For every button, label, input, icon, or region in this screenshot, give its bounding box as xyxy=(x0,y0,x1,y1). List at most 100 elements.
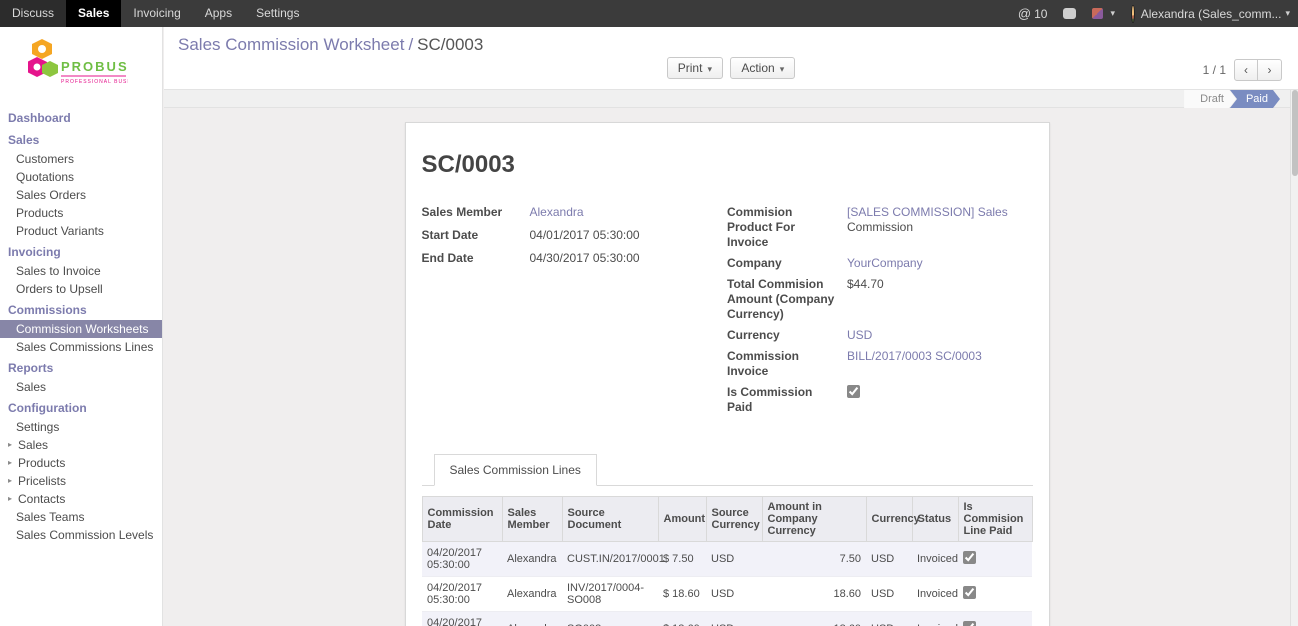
sidebar-item-quotations[interactable]: Quotations xyxy=(0,168,162,186)
col-amount-company-currency[interactable]: Amount in Company Currency xyxy=(762,497,866,542)
sidebar-item-config-products[interactable]: ▸ Products xyxy=(0,454,162,472)
table-row[interactable]: 04/20/2017 05:30:00 Alexandra INV/2017/0… xyxy=(422,577,1032,612)
sidebar-item-commission-worksheets[interactable]: Commission Worksheets xyxy=(0,320,162,338)
col-sales-member[interactable]: Sales Member xyxy=(502,497,562,542)
caret-down-icon: ▾ xyxy=(780,64,785,74)
scrollbar-track[interactable] xyxy=(1290,90,1298,626)
cell-amount: $ 18.60 xyxy=(658,612,706,626)
form-statusbar-band: Draft Paid xyxy=(164,90,1290,108)
tab-sales-commission-lines[interactable]: Sales Commission Lines xyxy=(434,454,597,486)
top-menu: Discuss Sales Invoicing Apps Settings xyxy=(0,0,311,27)
cell-date: 04/20/2017 05:30:00 xyxy=(422,577,502,612)
cell-date: 04/20/2017 05:30:00 xyxy=(422,542,502,577)
avatar xyxy=(1131,5,1135,23)
sales-member-link[interactable]: Alexandra xyxy=(530,205,584,219)
sidebar-item-sales-commissions-lines[interactable]: Sales Commissions Lines xyxy=(0,338,162,356)
form-sheet: SC/0003 Sales Member Alexandra Start Dat… xyxy=(405,122,1050,626)
col-status[interactable]: Status xyxy=(912,497,958,542)
col-source-currency[interactable]: Source Currency xyxy=(706,497,762,542)
inbox-mentions-button[interactable]: @ 10 xyxy=(1010,0,1056,27)
menu-apps[interactable]: Apps xyxy=(193,0,244,27)
record-title: SC/0003 xyxy=(422,151,1033,179)
sidebar-item-product-variants[interactable]: Product Variants xyxy=(0,222,162,240)
sidebar-heading-reports[interactable]: Reports xyxy=(0,356,162,378)
commission-product-link[interactable]: [SALES COMMISSION] Sales xyxy=(847,205,1008,219)
sidebar-item-products[interactable]: Products xyxy=(0,204,162,222)
sidebar-item-orders-to-upsell[interactable]: Orders to Upsell xyxy=(0,280,162,298)
col-commission-date[interactable]: Commission Date xyxy=(422,497,502,542)
sidebar-item-config-pricelists[interactable]: ▸ Pricelists xyxy=(0,472,162,490)
cell-company-amount: 18.60 xyxy=(762,612,866,626)
sidebar-item-sales-commission-levels[interactable]: Sales Commission Levels xyxy=(0,526,162,544)
logo-image: PROBUSE PROFESSIONAL BUSINESS xyxy=(28,37,128,95)
apps-switcher-button[interactable]: ▾ xyxy=(1084,0,1123,27)
pager-next-button[interactable]: › xyxy=(1258,59,1282,81)
commission-lines-table: Commission Date Sales Member Source Docu… xyxy=(422,496,1033,626)
sidebar-heading-sales[interactable]: Sales xyxy=(0,128,162,150)
status-paid[interactable]: Paid xyxy=(1230,90,1280,108)
col-source-document[interactable]: Source Document xyxy=(562,497,658,542)
svg-text:PROBUSE: PROBUSE xyxy=(61,59,128,74)
chat-bubble-icon xyxy=(1063,8,1076,19)
sidebar-heading-dashboard[interactable]: Dashboard xyxy=(0,106,162,128)
col-currency[interactable]: Currency xyxy=(866,497,912,542)
sidebar-item-sales-to-invoice[interactable]: Sales to Invoice xyxy=(0,262,162,280)
col-is-commission-line-paid[interactable]: Is Commision Line Paid xyxy=(958,497,1032,542)
menu-invoicing[interactable]: Invoicing xyxy=(121,0,192,27)
cell-paid xyxy=(958,542,1032,577)
sidebar-heading-invoicing[interactable]: Invoicing xyxy=(0,240,162,262)
scrollbar-thumb[interactable] xyxy=(1292,90,1298,176)
field-label: Commission Invoice xyxy=(727,349,847,379)
menu-sales[interactable]: Sales xyxy=(66,0,121,27)
chevron-right-icon: ▸ xyxy=(8,457,14,469)
sidebar-item-customers[interactable]: Customers xyxy=(0,150,162,168)
print-button[interactable]: Print▾ xyxy=(667,57,723,79)
line-paid-checkbox[interactable] xyxy=(963,551,976,564)
cell-paid xyxy=(958,577,1032,612)
table-row[interactable]: 04/20/2017 05:30:00 Alexandra CUST.IN/20… xyxy=(422,542,1032,577)
sidebar-heading-configuration[interactable]: Configuration xyxy=(0,396,162,418)
field-company: Company YourCompany xyxy=(727,256,1033,271)
status-draft[interactable]: Draft xyxy=(1184,90,1236,108)
field-commission-product: Commision Product For Invoice [SALES COM… xyxy=(727,205,1033,250)
table-header-row: Commission Date Sales Member Source Docu… xyxy=(422,497,1032,542)
sidebar-item-sales-orders[interactable]: Sales Orders xyxy=(0,186,162,204)
cell-currency: USD xyxy=(866,577,912,612)
sidebar-item-label: Contacts xyxy=(18,493,65,505)
currency-link[interactable]: USD xyxy=(847,328,872,342)
field-commission-invoice: Commission Invoice BILL/2017/0003 SC/000… xyxy=(727,349,1033,379)
sidebar-item-reports-sales[interactable]: Sales xyxy=(0,378,162,396)
breadcrumb-separator: / xyxy=(408,35,413,54)
company-link[interactable]: YourCompany xyxy=(847,256,923,270)
module-icon xyxy=(1092,8,1103,19)
table-row[interactable]: 04/20/2017 10:35:53 Alexandra SO008 $ 18… xyxy=(422,612,1032,626)
menu-discuss[interactable]: Discuss xyxy=(0,0,66,27)
breadcrumb-current: SC/0003 xyxy=(417,35,483,54)
sidebar-item-config-sales[interactable]: ▸ Sales xyxy=(0,436,162,454)
sidebar-item-config-settings[interactable]: Settings xyxy=(0,418,162,436)
menu-settings[interactable]: Settings xyxy=(244,0,311,27)
line-paid-checkbox[interactable] xyxy=(963,621,976,626)
right-field-group: Commision Product For Invoice [SALES COM… xyxy=(727,205,1033,421)
top-navbar: Discuss Sales Invoicing Apps Settings @ … xyxy=(0,0,1298,27)
cell-amount: $ 7.50 xyxy=(658,542,706,577)
action-button[interactable]: Action▾ xyxy=(730,57,795,79)
field-label: Is Commission Paid xyxy=(727,385,847,415)
field-label: Start Date xyxy=(422,228,530,243)
user-menu[interactable]: Alexandra (Sales_comm... ▾ xyxy=(1123,0,1298,27)
breadcrumb-parent-link[interactable]: Sales Commission Worksheet xyxy=(178,35,404,54)
line-paid-checkbox[interactable] xyxy=(963,586,976,599)
col-amount[interactable]: Amount xyxy=(658,497,706,542)
sidebar-item-sales-teams[interactable]: Sales Teams xyxy=(0,508,162,526)
total-commission-value: $44.70 xyxy=(847,277,884,322)
pager-previous-button[interactable]: ‹ xyxy=(1234,59,1258,81)
is-commission-paid-checkbox[interactable] xyxy=(847,385,860,398)
cell-currency: USD xyxy=(866,542,912,577)
sidebar-item-config-contacts[interactable]: ▸ Contacts xyxy=(0,490,162,508)
start-date-value: 04/01/2017 05:30:00 xyxy=(530,228,640,243)
messages-button[interactable] xyxy=(1055,0,1084,27)
statusbar: Draft Paid xyxy=(1184,90,1280,108)
sidebar-heading-commissions[interactable]: Commissions xyxy=(0,298,162,320)
chevron-right-icon: ▸ xyxy=(8,475,14,487)
commission-invoice-link[interactable]: BILL/2017/0003 SC/0003 xyxy=(847,349,982,363)
